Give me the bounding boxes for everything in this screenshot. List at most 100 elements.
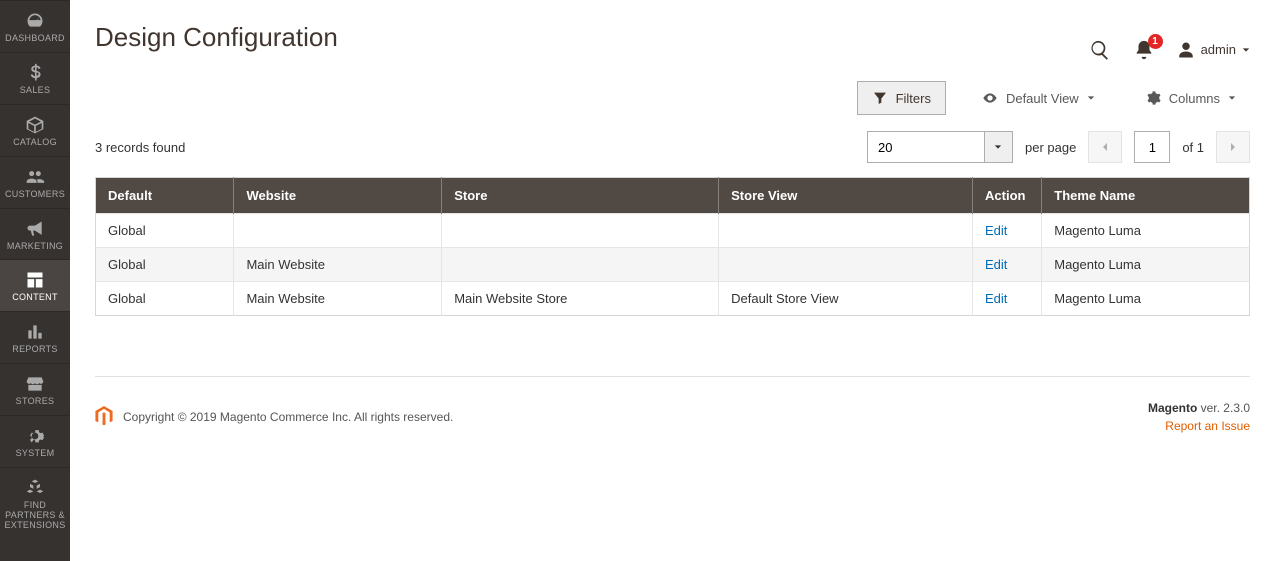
footer-left: Copyright © 2019 Magento Commerce Inc. A… bbox=[95, 401, 453, 433]
cell-store: Main Website Store bbox=[442, 282, 719, 316]
grid-pager-bar: 3 records found per page of 1 bbox=[95, 131, 1250, 163]
sidebar-item-stores[interactable]: STORES bbox=[0, 363, 70, 415]
username: admin bbox=[1201, 42, 1236, 57]
col-action[interactable]: Action bbox=[973, 178, 1042, 214]
cell-store-view: Default Store View bbox=[719, 282, 973, 316]
records-found: 3 records found bbox=[95, 140, 185, 155]
search-button[interactable] bbox=[1089, 39, 1111, 61]
chevron-down-icon bbox=[1228, 94, 1236, 102]
filters-label: Filters bbox=[896, 91, 931, 106]
search-icon bbox=[1089, 39, 1111, 61]
sidebar-item-sales[interactable]: SALES bbox=[0, 52, 70, 104]
main-content: Design Configuration 1 admin Filters Def… bbox=[70, 0, 1275, 473]
gear-icon bbox=[25, 426, 45, 446]
design-config-grid: Default Website Store Store View Action … bbox=[95, 177, 1250, 316]
megaphone-icon bbox=[25, 219, 45, 239]
col-website[interactable]: Website bbox=[234, 178, 442, 214]
sidebar-item-catalog[interactable]: CATALOG bbox=[0, 104, 70, 156]
next-page-button[interactable] bbox=[1216, 131, 1250, 163]
chevron-left-icon bbox=[1100, 142, 1110, 152]
gear-icon bbox=[1145, 90, 1161, 106]
cubes-icon bbox=[25, 478, 45, 498]
columns-button[interactable]: Columns bbox=[1131, 82, 1250, 114]
cell-store bbox=[442, 248, 719, 282]
dollar-icon bbox=[25, 63, 45, 83]
sidebar-item-label: MARKETING bbox=[2, 242, 68, 252]
cell-store-view bbox=[719, 214, 973, 248]
user-icon bbox=[1177, 41, 1195, 59]
sidebar-item-system[interactable]: SYSTEM bbox=[0, 415, 70, 467]
top-bar: Design Configuration 1 admin bbox=[95, 0, 1250, 81]
cell-website: Main Website bbox=[234, 248, 442, 282]
people-icon bbox=[25, 167, 45, 187]
sidebar-item-dashboard[interactable]: DASHBOARD bbox=[0, 0, 70, 52]
sidebar-item-customers[interactable]: CUSTOMERS bbox=[0, 156, 70, 208]
sidebar-item-content[interactable]: CONTENT bbox=[0, 259, 70, 311]
notification-badge: 1 bbox=[1148, 34, 1163, 49]
pager: per page of 1 bbox=[867, 131, 1250, 163]
sidebar-item-label: STORES bbox=[2, 397, 68, 407]
default-view-button[interactable]: Default View bbox=[968, 82, 1109, 114]
gauge-icon bbox=[25, 11, 45, 31]
account-menu[interactable]: admin bbox=[1177, 41, 1250, 59]
cell-default: Global bbox=[96, 282, 234, 316]
col-theme[interactable]: Theme Name bbox=[1042, 178, 1250, 214]
chevron-right-icon bbox=[1228, 142, 1238, 152]
cell-default: Global bbox=[96, 248, 234, 282]
store-icon bbox=[25, 374, 45, 394]
sidebar-item-label: SYSTEM bbox=[2, 449, 68, 459]
cell-store-view bbox=[719, 248, 973, 282]
chevron-down-icon bbox=[1242, 46, 1250, 54]
sidebar-item-label: CUSTOMERS bbox=[2, 190, 68, 200]
sidebar-item-marketing[interactable]: MARKETING bbox=[0, 208, 70, 260]
cell-theme: Magento Luma bbox=[1042, 282, 1250, 316]
sidebar-item-label: REPORTS bbox=[2, 345, 68, 355]
col-default[interactable]: Default bbox=[96, 178, 234, 214]
cell-theme: Magento Luma bbox=[1042, 214, 1250, 248]
total-pages: of 1 bbox=[1182, 140, 1204, 155]
magento-logo-icon bbox=[95, 406, 113, 429]
funnel-icon bbox=[872, 90, 888, 106]
col-store-view[interactable]: Store View bbox=[719, 178, 973, 214]
layout-icon bbox=[25, 270, 45, 290]
page-footer: Copyright © 2019 Magento Commerce Inc. A… bbox=[95, 376, 1250, 433]
per-page-dropdown-toggle[interactable] bbox=[985, 131, 1013, 163]
per-page-select[interactable] bbox=[867, 131, 985, 163]
page-title: Design Configuration bbox=[95, 22, 338, 53]
table-header-row: Default Website Store Store View Action … bbox=[96, 178, 1250, 214]
table-row: Global Main Website Edit Magento Luma bbox=[96, 248, 1250, 282]
table-row: Global Main Website Main Website Store D… bbox=[96, 282, 1250, 316]
sidebar-item-label: CONTENT bbox=[2, 293, 68, 303]
notifications-button[interactable]: 1 bbox=[1133, 39, 1155, 61]
cell-website bbox=[234, 214, 442, 248]
edit-link[interactable]: Edit bbox=[985, 291, 1007, 306]
per-page-select-wrap bbox=[867, 131, 1013, 163]
chevron-down-icon bbox=[1087, 94, 1095, 102]
report-issue-link[interactable]: Report an Issue bbox=[1148, 419, 1250, 433]
sidebar-item-label: SALES bbox=[2, 86, 68, 96]
current-page-input[interactable] bbox=[1134, 131, 1170, 163]
filters-button[interactable]: Filters bbox=[857, 81, 946, 115]
table-row: Global Edit Magento Luma bbox=[96, 214, 1250, 248]
sidebar-item-label: CATALOG bbox=[2, 138, 68, 148]
sidebar-item-reports[interactable]: REPORTS bbox=[0, 311, 70, 363]
col-store[interactable]: Store bbox=[442, 178, 719, 214]
cell-store bbox=[442, 214, 719, 248]
per-page-label: per page bbox=[1025, 140, 1076, 155]
sidebar-item-partners[interactable]: FIND PARTNERS & EXTENSIONS bbox=[0, 467, 70, 539]
footer-right: Magento ver. 2.3.0 Report an Issue bbox=[1148, 401, 1250, 433]
cell-default: Global bbox=[96, 214, 234, 248]
eye-icon bbox=[982, 90, 998, 106]
grid-toolbar: Filters Default View Columns bbox=[95, 81, 1250, 115]
box-icon bbox=[25, 115, 45, 135]
prev-page-button[interactable] bbox=[1088, 131, 1122, 163]
chevron-down-icon bbox=[994, 143, 1002, 151]
edit-link[interactable]: Edit bbox=[985, 223, 1007, 238]
cell-theme: Magento Luma bbox=[1042, 248, 1250, 282]
edit-link[interactable]: Edit bbox=[985, 257, 1007, 272]
admin-sidebar: DASHBOARD SALES CATALOG CUSTOMERS MARKET… bbox=[0, 0, 70, 561]
view-label: Default View bbox=[1006, 91, 1079, 106]
top-actions: 1 admin bbox=[1089, 39, 1250, 61]
version-text: Magento ver. 2.3.0 bbox=[1148, 401, 1250, 415]
bar-chart-icon bbox=[25, 322, 45, 342]
